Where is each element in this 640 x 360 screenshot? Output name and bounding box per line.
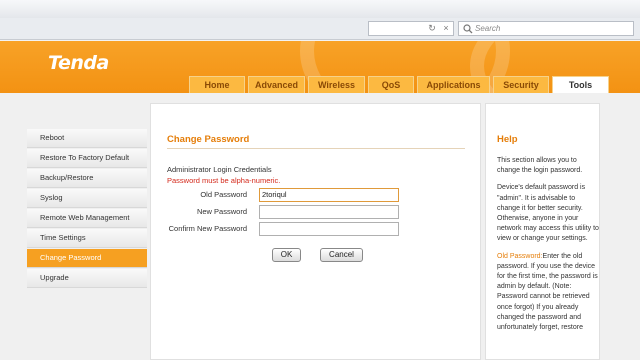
tab-home[interactable]: Home	[189, 76, 245, 93]
router-header: Tenda Home Advanced Wireless QoS Applica…	[0, 41, 640, 93]
sidebar-item-time-settings[interactable]: Time Settings	[27, 229, 147, 248]
sidebar-item-reboot[interactable]: Reboot	[27, 129, 147, 148]
close-icon[interactable]: ×	[439, 22, 453, 35]
reload-icon[interactable]: ↻	[425, 22, 439, 35]
browser-title-bar	[0, 0, 640, 18]
help-paragraph: Enter the old password. If you use the d…	[497, 252, 598, 332]
help-term: Old Password:	[497, 252, 543, 260]
section-subtitle: Administrator Login Credentials	[167, 165, 272, 174]
tab-applications[interactable]: Applications	[417, 76, 490, 93]
search-placeholder: Search	[475, 24, 501, 33]
help-paragraph: Device's default password is "admin". It…	[497, 184, 599, 243]
sidebar-item-change-password[interactable]: Change Password	[27, 249, 147, 268]
tab-security[interactable]: Security	[493, 76, 549, 93]
password-warning: Password must be alpha-numeric.	[167, 176, 281, 185]
tab-qos[interactable]: QoS	[368, 76, 414, 93]
confirm-password-field[interactable]	[259, 222, 399, 236]
sidebar: Reboot Restore To Factory Default Backup…	[27, 103, 147, 289]
sidebar-item-remote-web[interactable]: Remote Web Management	[27, 209, 147, 228]
change-password-panel: Change Password Administrator Login Cred…	[150, 103, 481, 360]
search-icon	[463, 24, 473, 34]
new-password-field[interactable]	[259, 205, 399, 219]
sidebar-item-syslog[interactable]: Syslog	[27, 189, 147, 208]
sidebar-item-backup-restore[interactable]: Backup/Restore	[27, 169, 147, 188]
old-password-field[interactable]: 2toriqul	[259, 188, 399, 202]
address-bar-end[interactable]: ↻ ×	[368, 21, 454, 36]
tab-tools[interactable]: Tools	[552, 76, 609, 93]
help-panel: Help This section allows you to change t…	[485, 103, 600, 360]
right-margin	[602, 103, 640, 360]
tenda-logo: Tenda	[48, 52, 109, 74]
help-title: Help	[497, 134, 518, 145]
help-text: This section allows you to change the lo…	[497, 156, 599, 340]
help-paragraph-old-password: Old Password:Enter the old password. If …	[497, 252, 599, 334]
sidebar-item-upgrade[interactable]: Upgrade	[27, 269, 147, 288]
tab-wireless[interactable]: Wireless	[308, 76, 365, 93]
sidebar-item-restore-factory[interactable]: Restore To Factory Default	[27, 149, 147, 168]
page-title: Change Password	[167, 134, 250, 145]
help-paragraph: This section allows you to change the lo…	[497, 157, 583, 175]
new-password-label: New Password	[196, 207, 247, 216]
ok-button[interactable]: OK	[272, 248, 301, 262]
old-password-label: Old Password	[200, 190, 247, 199]
main-nav-tabs: Home Advanced Wireless QoS Applications …	[189, 76, 612, 93]
confirm-password-label: Confirm New Password	[168, 224, 247, 233]
main-content: Reboot Restore To Factory Default Backup…	[0, 93, 640, 360]
tab-advanced[interactable]: Advanced	[248, 76, 305, 93]
search-input[interactable]: Search	[458, 21, 634, 36]
browser-chrome: ↻ × Search	[0, 0, 640, 40]
title-divider	[167, 148, 465, 149]
cancel-button[interactable]: Cancel	[320, 248, 363, 262]
